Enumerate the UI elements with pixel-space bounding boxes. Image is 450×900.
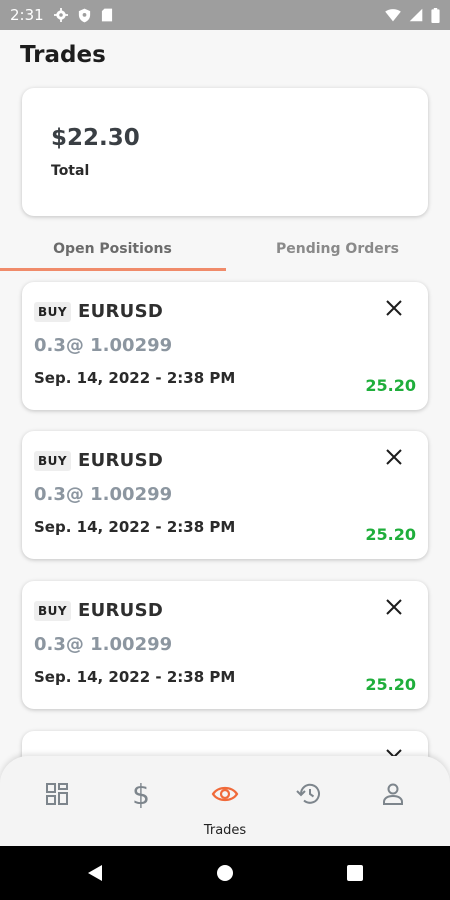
side-badge: BUY: [34, 302, 72, 322]
nav-funds[interactable]: $: [121, 774, 161, 814]
profile-icon: [383, 783, 403, 805]
tab-pending-orders[interactable]: Pending Orders: [225, 228, 450, 270]
nav-active-label: Trades: [203, 823, 247, 838]
home-icon: [217, 865, 233, 881]
close-icon: [386, 599, 402, 615]
home-button[interactable]: [215, 863, 235, 883]
close-position-button[interactable]: [382, 445, 406, 469]
status-bar: 2:31: [0, 0, 450, 30]
page-title: Trades: [20, 42, 106, 68]
position-open-time: Sep. 14, 2022 - 2:38 PM: [34, 668, 236, 686]
dollar-icon: $: [132, 779, 150, 809]
position-pnl: 25.20: [365, 525, 416, 544]
back-icon: [88, 865, 102, 881]
position-qty-price: 0.3@ 1.00299: [34, 335, 173, 356]
position-symbol: EURUSD: [78, 600, 164, 621]
side-badge: BUY: [34, 601, 72, 621]
close-icon: [386, 449, 402, 465]
position-card[interactable]: BUY EURUSD 0.3@ 1.00299 Sep. 14, 2022 - …: [22, 282, 428, 410]
total-amount: $22.30: [51, 125, 140, 151]
sd-card-icon: [101, 8, 113, 22]
position-symbol: EURUSD: [78, 450, 164, 471]
nav-history[interactable]: [289, 774, 329, 814]
positions-tabs: Open Positions Pending Orders: [0, 228, 450, 272]
recents-button[interactable]: [345, 863, 365, 883]
nav-dashboard[interactable]: [37, 774, 77, 814]
close-icon: [386, 300, 402, 316]
position-pnl: 25.20: [365, 675, 416, 694]
position-symbol: EURUSD: [78, 301, 164, 322]
eye-icon: [211, 786, 239, 802]
position-card[interactable]: BUY EURUSD 0.3@ 1.00299 Sep. 14, 2022 - …: [22, 581, 428, 709]
position-card[interactable]: BUY EURUSD 0.3@ 1.00299 Sep. 14, 2022 - …: [22, 431, 428, 559]
bottom-navigation: $ Trades: [0, 756, 450, 846]
settings-icon: [53, 8, 68, 22]
position-pnl: 25.20: [365, 376, 416, 395]
dashboard-icon: [46, 783, 68, 805]
position-qty-price: 0.3@ 1.00299: [34, 634, 173, 655]
position-open-time: Sep. 14, 2022 - 2:38 PM: [34, 369, 236, 387]
status-time: 2:31: [10, 6, 44, 24]
system-navigation-bar: [0, 846, 450, 900]
back-button[interactable]: [85, 863, 105, 883]
history-icon: [296, 783, 320, 804]
total-summary-card: $22.30 Total: [22, 88, 428, 216]
close-position-button[interactable]: [382, 595, 406, 619]
shield-icon: [78, 8, 91, 23]
recents-icon: [347, 865, 363, 881]
nav-trades[interactable]: [205, 774, 245, 814]
total-label: Total: [51, 163, 90, 179]
tab-open-positions[interactable]: Open Positions: [0, 228, 225, 270]
close-position-button[interactable]: [382, 296, 406, 320]
position-qty-price: 0.3@ 1.00299: [34, 484, 173, 505]
side-badge: BUY: [34, 451, 72, 471]
active-tab-indicator: [0, 268, 226, 271]
battery-icon: [431, 7, 440, 23]
signal-icon: [409, 8, 423, 22]
svg-text:$: $: [132, 779, 150, 809]
nav-profile[interactable]: [373, 774, 413, 814]
position-open-time: Sep. 14, 2022 - 2:38 PM: [34, 518, 236, 536]
wifi-icon: [385, 8, 401, 22]
